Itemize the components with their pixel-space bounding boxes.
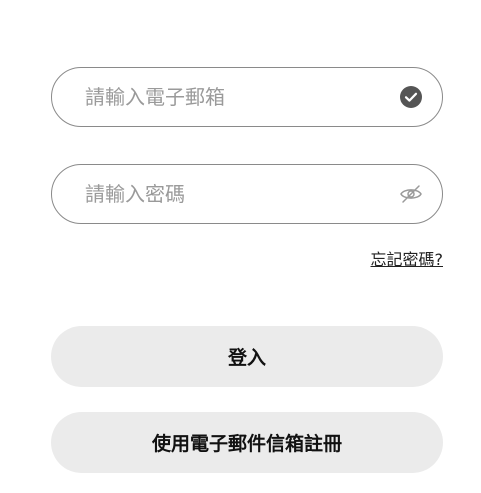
forgot-password-link[interactable]: 忘記密碼?: [371, 246, 444, 270]
email-input[interactable]: [83, 67, 399, 127]
password-input[interactable]: [83, 164, 399, 224]
login-page: 忘記密碼? 登入 使用電子郵件信箱註冊: [0, 0, 481, 493]
eye-off-icon[interactable]: [399, 182, 423, 206]
register-with-email-button[interactable]: 使用電子郵件信箱註冊: [51, 412, 443, 473]
password-field-container: [51, 164, 443, 224]
check-circle-icon: [399, 85, 423, 109]
login-button[interactable]: 登入: [51, 326, 443, 387]
email-field-container: [51, 67, 443, 127]
